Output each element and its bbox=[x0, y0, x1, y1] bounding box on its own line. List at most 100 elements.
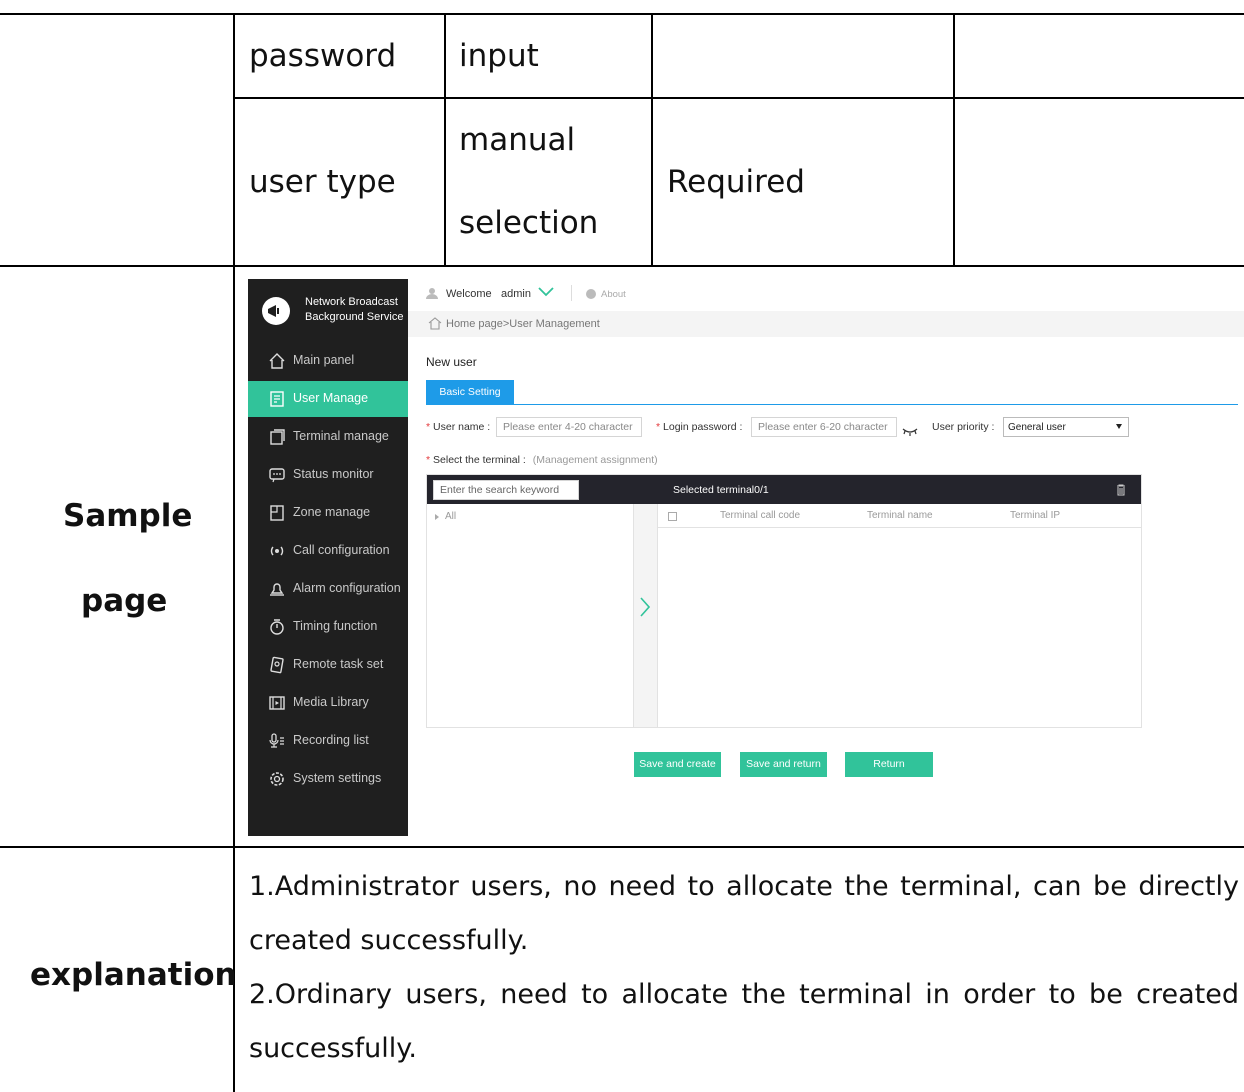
return-button[interactable]: Return bbox=[845, 752, 933, 777]
field-name-cell: password bbox=[249, 38, 397, 74]
about-link[interactable]: About bbox=[601, 289, 626, 300]
page-title: New user bbox=[426, 355, 477, 369]
sidebar-item-label: Main panel bbox=[293, 353, 355, 367]
explanation-line: 1.Administrator users, no need to alloca… bbox=[249, 871, 1239, 902]
selected-table: Terminal call code Terminal name Termina… bbox=[658, 504, 1141, 727]
sidebar-item-recording-list[interactable]: Recording list bbox=[248, 723, 408, 759]
terminal-panel-header: Enter the search keyword Selected termin… bbox=[427, 475, 1141, 504]
breadcrumb-text: Home page>User Management bbox=[446, 318, 600, 330]
tree-node-all[interactable]: All bbox=[445, 511, 456, 522]
sidebar-item-label: Media Library bbox=[293, 695, 369, 709]
required-mark: * bbox=[426, 454, 434, 466]
table-header: Terminal call code Terminal name Termina… bbox=[658, 504, 1141, 528]
explanation-item: 1.Administrator users, no need to alloca… bbox=[249, 860, 1239, 1076]
chevron-down-icon[interactable] bbox=[538, 287, 554, 300]
sidebar-item-label: Recording list bbox=[293, 733, 369, 747]
tab-basic-setting[interactable]: Basic Setting bbox=[426, 380, 514, 404]
label-text: User name : bbox=[433, 421, 491, 433]
sidebar-item-label: Call configuration bbox=[293, 543, 390, 557]
chevron-right-icon[interactable] bbox=[640, 597, 651, 622]
dropdown-arrow-icon bbox=[1116, 424, 1122, 429]
sample-label: page bbox=[81, 583, 168, 619]
brand: Network Broadcast Background Service bbox=[248, 279, 408, 339]
trash-icon[interactable] bbox=[1116, 483, 1126, 501]
sidebar-item-user-manage[interactable]: User Manage bbox=[248, 381, 408, 417]
selected-count: Selected terminal0/1 bbox=[673, 484, 769, 496]
transfer-column bbox=[634, 504, 658, 727]
sidebar-item-label: Remote task set bbox=[293, 657, 384, 671]
bell-icon bbox=[268, 580, 286, 598]
save-and-create-button[interactable]: Save and create bbox=[634, 752, 721, 777]
terminal-search-input[interactable]: Enter the search keyword bbox=[433, 480, 579, 500]
sample-page-screenshot: Network Broadcast Background Service Mai… bbox=[248, 279, 1244, 836]
terminal-hint: (Management assignment) bbox=[532, 454, 658, 466]
sidebar-item-alarm-configuration[interactable]: Alarm configuration bbox=[248, 571, 408, 607]
sidebar-item-timing-function[interactable]: Timing function bbox=[248, 609, 408, 645]
required-mark: * bbox=[656, 421, 664, 433]
username[interactable]: admin bbox=[501, 288, 531, 300]
table-rule bbox=[953, 13, 955, 265]
sidebar-item-main-panel[interactable]: Main panel bbox=[248, 343, 408, 379]
column-header: Terminal call code bbox=[720, 510, 801, 521]
sidebar-item-status-monitor[interactable]: Status monitor bbox=[248, 457, 408, 493]
timer-icon bbox=[268, 618, 286, 636]
required-cell: Required bbox=[667, 164, 805, 200]
explanation-line: created successfully. bbox=[249, 925, 529, 956]
table-rule bbox=[651, 13, 653, 265]
brand-line: Network Broadcast bbox=[305, 296, 398, 308]
sidebar-item-terminal-manage[interactable]: Terminal manage bbox=[248, 419, 408, 455]
username-label: * User name : bbox=[426, 421, 490, 433]
sidebar-item-call-configuration[interactable]: Call configuration bbox=[248, 533, 408, 569]
label-text: Login password : bbox=[663, 421, 743, 433]
sidebar-item-zone-manage[interactable]: Zone manage bbox=[248, 495, 408, 531]
gear-icon bbox=[268, 770, 286, 788]
zone-icon bbox=[268, 504, 286, 522]
sidebar-item-label: System settings bbox=[293, 771, 382, 785]
field-type-cell: input bbox=[459, 38, 539, 74]
topbar: Welcome admin About bbox=[408, 279, 1244, 309]
username-input[interactable]: Please enter 4-20 character bbox=[496, 417, 642, 437]
terminal-icon bbox=[268, 428, 286, 446]
caret-right-icon[interactable] bbox=[435, 514, 439, 520]
explanation-label: explanation bbox=[30, 957, 237, 993]
sidebar-item-media-library[interactable]: Media Library bbox=[248, 685, 408, 721]
home-icon bbox=[268, 352, 286, 370]
monitor-icon bbox=[268, 466, 286, 484]
explanation-line: 2.Ordinary users, need to allocate the t… bbox=[249, 979, 1239, 1010]
microphone-icon bbox=[268, 732, 286, 750]
column-header: Terminal IP bbox=[1010, 510, 1061, 521]
field-type-cell: manual bbox=[459, 122, 576, 158]
label-text: Select the terminal : bbox=[433, 454, 526, 466]
select-all-checkbox[interactable] bbox=[668, 512, 677, 521]
table-rule bbox=[444, 13, 446, 265]
required-mark: * bbox=[426, 421, 434, 433]
table-rule bbox=[0, 846, 1244, 848]
welcome-text: Welcome bbox=[446, 288, 492, 300]
table-rule bbox=[0, 265, 1244, 267]
table-rule bbox=[233, 13, 235, 1092]
breadcrumb: Home page>User Management bbox=[408, 311, 1244, 337]
info-icon bbox=[586, 289, 596, 299]
megaphone-icon bbox=[262, 297, 290, 325]
save-and-return-button[interactable]: Save and return bbox=[740, 752, 827, 777]
table-rule bbox=[0, 13, 1244, 15]
tab-underline bbox=[426, 404, 1238, 405]
sidebar-item-label: Alarm configuration bbox=[293, 581, 401, 595]
sidebar-item-system-settings[interactable]: System settings bbox=[248, 761, 408, 797]
sidebar-item-remote-task-set[interactable]: Remote task set bbox=[248, 647, 408, 683]
terminal-panel: Enter the search keyword Selected termin… bbox=[426, 474, 1142, 728]
explanation-line: successfully. bbox=[249, 1033, 417, 1064]
sidebar-item-label: Zone manage bbox=[293, 505, 371, 519]
terminal-label: * Select the terminal : (Management assi… bbox=[426, 454, 658, 466]
broadcast-icon bbox=[268, 542, 286, 560]
home-icon[interactable] bbox=[428, 317, 442, 333]
eye-closed-icon[interactable] bbox=[902, 423, 918, 441]
priority-select[interactable]: General user bbox=[1003, 417, 1129, 437]
brand-title: Network Broadcast Background Service bbox=[305, 295, 403, 325]
password-input[interactable]: Please enter 6-20 character bbox=[751, 417, 897, 437]
sidebar-item-label: Status monitor bbox=[293, 467, 374, 481]
user-manage-icon bbox=[268, 390, 286, 408]
sample-label: Sample bbox=[63, 498, 193, 534]
sidebar-item-label: Terminal manage bbox=[293, 429, 389, 443]
media-icon bbox=[268, 694, 286, 712]
